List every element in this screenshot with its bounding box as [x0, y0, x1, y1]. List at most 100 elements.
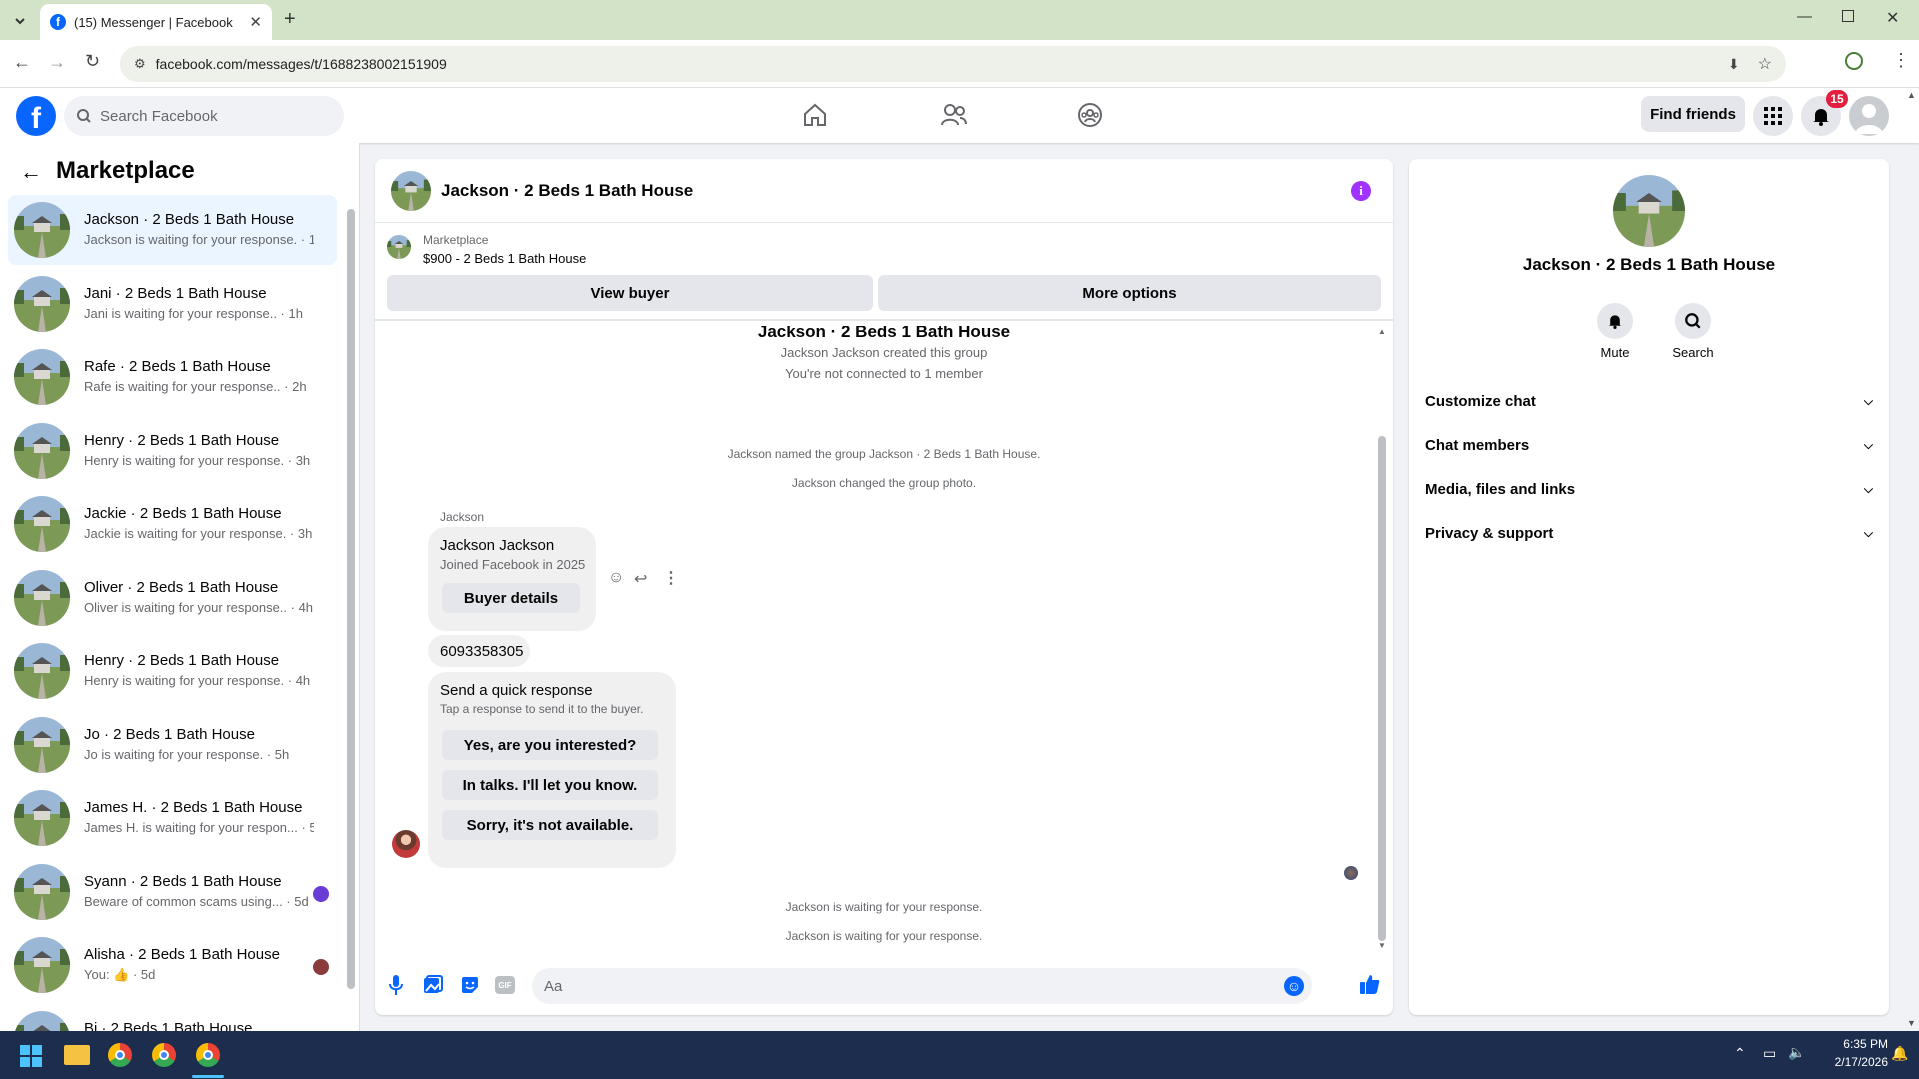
more-actions-icon[interactable]: ⋮ — [663, 568, 679, 588]
bookmark-star-icon[interactable]: ☆ — [1758, 54, 1772, 74]
conversation-item[interactable]: Rafe · 2 Beds 1 Bath House Rafe is waitin… — [8, 342, 337, 412]
menu-grid-button[interactable] — [1753, 96, 1793, 136]
customize-chat-item[interactable]: Customize chat ⌵ — [1425, 381, 1873, 421]
chat-details-avatar[interactable] — [1613, 175, 1685, 247]
chrome-icon[interactable] — [108, 1043, 132, 1067]
browser-menu-icon[interactable]: ⋮ — [1892, 50, 1910, 71]
info-icon[interactable]: i — [1351, 181, 1371, 201]
mute-button[interactable]: Mute — [1593, 303, 1637, 360]
customize-chat-label: Customize chat — [1425, 392, 1536, 410]
account-avatar[interactable] — [1849, 96, 1889, 136]
conversation-snippet: Jackie is waiting for your response. · 3… — [84, 526, 313, 541]
conversation-item[interactable]: Jackie · 2 Beds 1 Bath House Jackie is wa… — [8, 489, 337, 559]
conversation-snippet: Beware of common scams using... · 5d — [84, 893, 309, 909]
conversation-thumbnail — [14, 1010, 70, 1031]
back-arrow-icon[interactable]: ← — [13, 52, 31, 73]
chat-title[interactable]: Jackson · 2 Beds 1 Bath House — [441, 181, 693, 201]
friends-icon[interactable] — [940, 102, 968, 128]
sidebar-scrollbar[interactable] — [347, 195, 355, 995]
chat-members-item[interactable]: Chat members ⌵ — [1425, 425, 1873, 465]
conversation-thumbnail — [14, 643, 70, 699]
conversation-title: Bj · 2 Beds 1 Bath House — [84, 1019, 253, 1032]
chevron-up-icon[interactable]: ⌃ — [1734, 1045, 1746, 1062]
forward-arrow-icon[interactable]: → — [48, 52, 66, 73]
message-input[interactable]: Aa ☺ — [532, 968, 1312, 1004]
waiting-message-1: Jackson is waiting for your response. — [785, 900, 983, 914]
conversation-item[interactable]: Bj · 2 Beds 1 Bath HouseYou: Hello yes t… — [8, 1004, 337, 1032]
emoji-icon[interactable]: ☺ — [1284, 976, 1304, 996]
tab-search-button[interactable] — [8, 9, 32, 33]
notification-bell-icon[interactable]: 🔔 — [1891, 1045, 1908, 1062]
person-icon — [1855, 104, 1883, 134]
home-icon[interactable] — [802, 102, 828, 128]
chat-details-panel: Jackson · 2 Beds 1 Bath House Mute Searc… — [1409, 159, 1889, 1015]
volume-icon[interactable]: 🔈 — [1788, 1044, 1805, 1061]
conversation-thumbnail — [14, 202, 70, 258]
mute-label: Mute — [1600, 345, 1630, 360]
date: 2/17/2026 — [1834, 1055, 1888, 1069]
chrome-icon[interactable] — [152, 1043, 176, 1067]
conversation-item[interactable]: Alisha · 2 Beds 1 Bath House You: 👍 · 5d — [8, 930, 337, 1000]
minimize-icon[interactable]: — — [1797, 8, 1812, 25]
browser-tab[interactable]: f (15) Messenger | Facebook ✕ — [40, 4, 272, 40]
facebook-logo-icon[interactable]: f — [16, 96, 56, 136]
reload-icon[interactable]: ↻ — [85, 51, 100, 72]
thumbs-up-icon[interactable] — [1359, 973, 1381, 995]
quick-reply-interested-button[interactable]: Yes, are you interested? — [442, 730, 658, 760]
windows-taskbar: ⌃ ▭ 🔈 6:35 PM 2/17/2026 🔔 — [0, 1031, 1919, 1079]
conversation-item[interactable]: Syann · 2 Beds 1 Bath House Beware of com… — [8, 857, 337, 927]
chat-members-label: Chat members — [1425, 436, 1530, 454]
conversation-item[interactable]: Henry · 2 Beds 1 Bath House Henry is wait… — [8, 416, 337, 486]
new-tab-icon[interactable]: + — [284, 8, 296, 31]
network-icon[interactable]: ▭ — [1763, 1045, 1776, 1062]
conversation-title: Henry · 2 Beds 1 Bath House — [84, 652, 280, 669]
buyer-details-button[interactable]: Buyer details — [442, 583, 580, 613]
groups-icon[interactable] — [1077, 102, 1103, 128]
profile-icon[interactable] — [1845, 52, 1863, 70]
reply-icon[interactable]: ↩ — [634, 569, 647, 589]
privacy-support-item[interactable]: Privacy & support ⌵ — [1425, 513, 1873, 553]
chat-scrollbar[interactable]: ▲ ▼ — [1378, 327, 1386, 955]
sticker-icon[interactable] — [460, 975, 480, 995]
site-info-icon[interactable]: ⚙ — [134, 56, 146, 72]
find-friends-button[interactable]: Find friends — [1641, 96, 1745, 132]
react-emoji-icon[interactable]: ☺ — [608, 569, 624, 587]
page-scroll-down-icon[interactable]: ▼ — [1907, 1018, 1916, 1028]
address-bar[interactable]: ⚙ facebook.com/messages/t/16882380021519… — [120, 46, 1786, 82]
chrome-icon[interactable] — [196, 1043, 220, 1067]
conversation-item[interactable]: Oliver · 2 Beds 1 Bath House Oliver is wa… — [8, 563, 337, 633]
window-close-icon[interactable]: ✕ — [1886, 8, 1899, 28]
quick-reply-in-talks-button[interactable]: In talks. I'll let you know. — [442, 770, 658, 800]
quick-reply-not-available-button[interactable]: Sorry, it's not available. — [442, 810, 658, 840]
search-label: Search — [1672, 345, 1714, 360]
back-arrow-icon[interactable]: ← — [20, 159, 42, 185]
conversation-item[interactable]: Jackson · 2 Beds 1 Bath House Jackson is … — [8, 195, 337, 265]
listing-price[interactable]: $900 - 2 Beds 1 Bath House — [423, 251, 586, 266]
photo-gallery-icon[interactable] — [423, 975, 443, 995]
more-options-button[interactable]: More options — [878, 275, 1381, 311]
conversation-item[interactable]: Jani · 2 Beds 1 Bath House Jani is waitin… — [8, 269, 337, 339]
sender-name: Jackson — [440, 510, 485, 524]
system-message-named: Jackson named the group Jackson · 2 Beds… — [727, 447, 1041, 461]
restore-icon[interactable] — [1842, 10, 1854, 22]
gif-icon[interactable]: GIF — [495, 976, 515, 994]
microphone-icon[interactable] — [389, 974, 403, 996]
media-files-links-item[interactable]: Media, files and links ⌵ — [1425, 469, 1873, 509]
view-buyer-button[interactable]: View buyer — [387, 275, 873, 311]
quick-response-title: Send a quick response — [440, 682, 593, 699]
seen-avatar — [313, 885, 329, 902]
install-app-icon[interactable]: ⬇ — [1728, 56, 1740, 73]
conversation-item[interactable]: James H. · 2 Beds 1 Bath House James H. i… — [8, 783, 337, 853]
file-explorer-icon[interactable] — [64, 1045, 90, 1065]
conversation-item[interactable]: Henry · 2 Beds 1 Bath House Henry is wait… — [8, 636, 337, 706]
conversation-item[interactable]: Jo · 2 Beds 1 Bath House Jo is waiting fo… — [8, 710, 337, 780]
search-facebook-input[interactable]: Search Facebook — [64, 96, 344, 136]
close-tab-icon[interactable]: ✕ — [249, 13, 262, 31]
windows-start-icon[interactable] — [20, 1045, 42, 1067]
search-in-chat-button[interactable]: Search — [1663, 303, 1723, 360]
chat-avatar[interactable] — [391, 170, 431, 211]
conversation-thumbnail — [14, 422, 70, 479]
clock[interactable]: 6:35 PM 2/17/2026 — [1818, 1037, 1888, 1069]
sender-avatar[interactable] — [392, 830, 420, 858]
page-scroll-up-icon[interactable]: ▲ — [1907, 90, 1916, 100]
